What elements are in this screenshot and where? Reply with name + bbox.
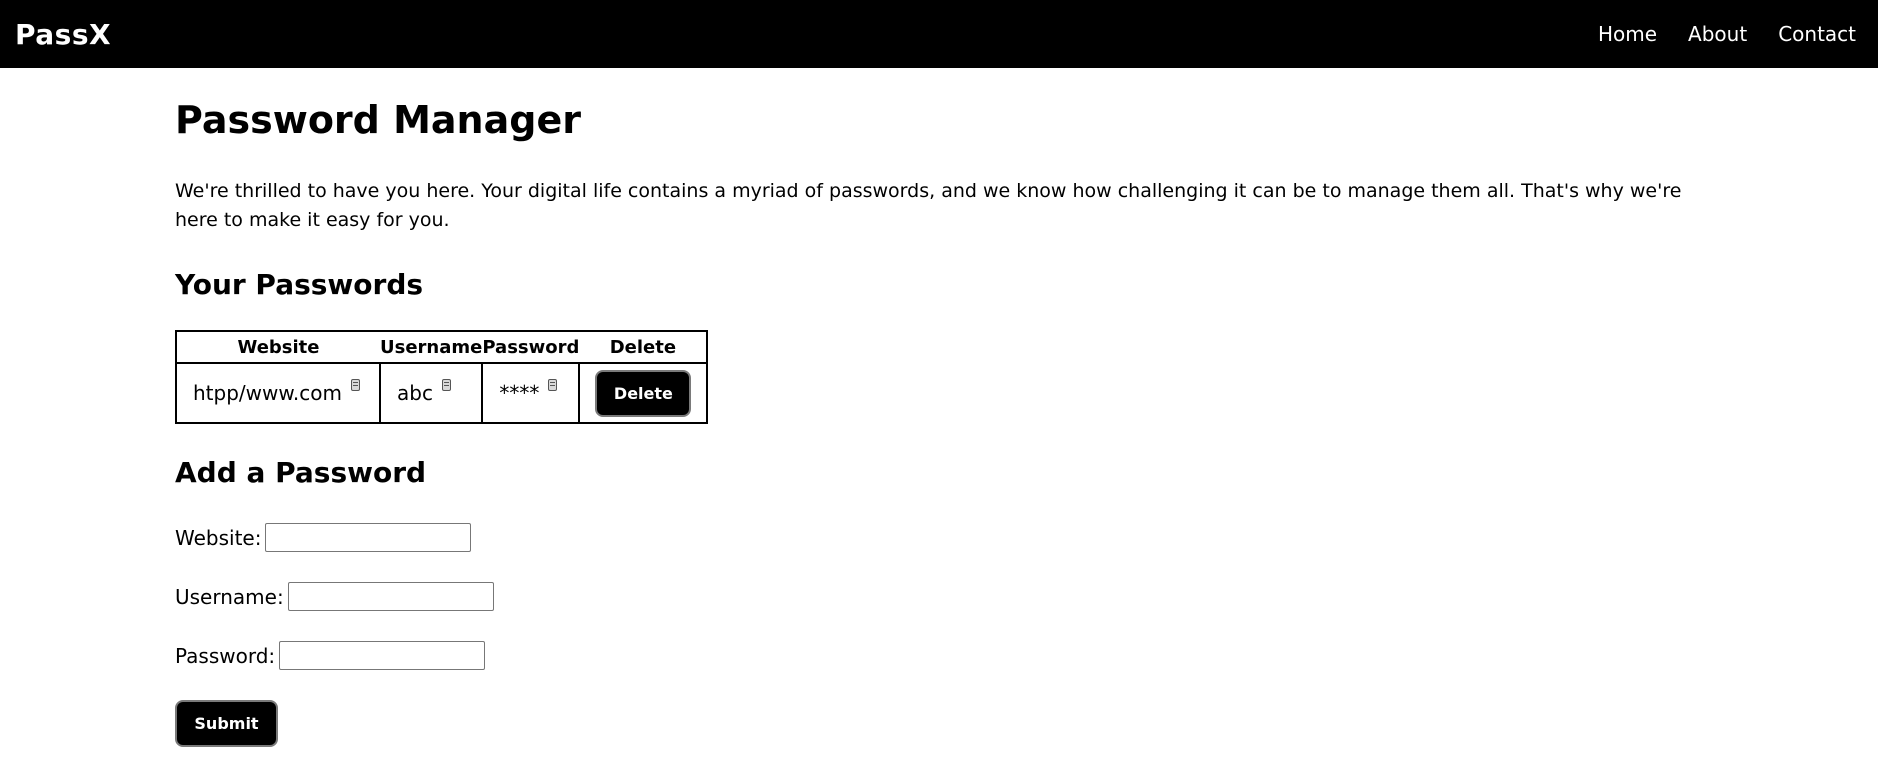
page-title: Password Manager (175, 98, 581, 142)
password-row: Password: (175, 641, 1695, 671)
column-header-username: Username (380, 331, 483, 365)
password-label: Password: (175, 643, 276, 668)
navbar: PassX Home About Contact (0, 0, 1878, 68)
table-row: htpp/www.com abc **** Delete (176, 363, 708, 424)
submit-button[interactable]: Submit (175, 700, 278, 748)
username-label: Username: (175, 584, 284, 609)
password-input[interactable] (279, 641, 486, 671)
website-label: Website: (175, 525, 262, 550)
add-password-form: Website: Username: Password: Submit (175, 523, 1695, 748)
website-value: htpp/www.com (193, 381, 342, 406)
cell-password: **** (481, 363, 580, 424)
username-input[interactable] (287, 582, 494, 612)
nav-link-contact[interactable]: Contact (1778, 22, 1856, 46)
cell-username: abc (378, 363, 483, 424)
website-input[interactable] (265, 523, 472, 553)
column-header-website: Website (176, 331, 380, 365)
column-header-password: Password (482, 331, 580, 365)
main-content: Password Manager We're thrilled to have … (175, 68, 1695, 748)
nav-links: Home About Contact (1598, 22, 1856, 46)
website-row: Website: (175, 523, 1695, 553)
copy-icon[interactable] (350, 379, 360, 392)
cell-website: htpp/www.com (176, 363, 380, 423)
password-value: **** (499, 381, 540, 406)
intro-text: We're thrilled to have you here. Your di… (175, 179, 1682, 231)
column-header-delete: Delete (579, 331, 708, 365)
table-header-row: Website Username Password Delete (176, 331, 708, 365)
username-value: abc (397, 381, 433, 406)
nav-link-home[interactable]: Home (1598, 22, 1657, 46)
your-passwords-heading: Your Passwords (175, 267, 424, 301)
cell-delete: Delete (578, 363, 708, 424)
passwords-table: Website Username Password Delete htpp/ww… (175, 330, 709, 425)
username-row: Username: (175, 582, 1695, 612)
logo[interactable]: PassX (15, 18, 111, 51)
copy-icon[interactable] (441, 379, 451, 392)
delete-button[interactable]: Delete (595, 369, 692, 417)
nav-link-about[interactable]: About (1688, 22, 1747, 46)
add-password-heading: Add a Password (175, 456, 427, 490)
copy-icon[interactable] (548, 379, 558, 392)
